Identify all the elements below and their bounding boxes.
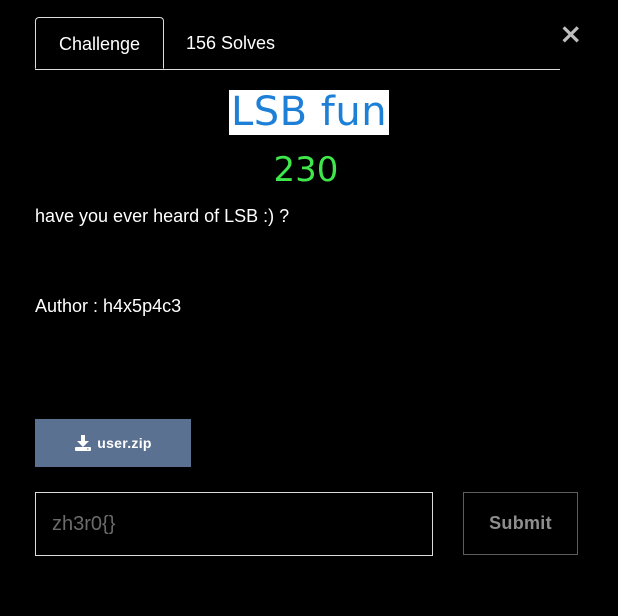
file-download-button[interactable]: user.zip [35,419,191,467]
challenge-tabs: Challenge 156 Solves [35,17,560,70]
challenge-title: LSB fun [228,89,390,135]
file-name: user.zip [97,435,152,451]
close-icon[interactable]: × [559,20,582,48]
flag-input[interactable] [35,492,433,556]
challenge-author: Author : h4x5p4c3 [35,296,182,316]
challenge-title-wrap: LSB fun [0,90,618,135]
tab-challenge[interactable]: Challenge [35,17,164,69]
challenge-points: 230 [273,150,339,190]
challenge-description: have you ever heard of LSB :) ? [35,206,290,226]
submit-button[interactable]: Submit [463,492,578,555]
tab-solves[interactable]: 156 Solves [186,17,275,68]
download-icon [75,435,92,451]
challenge-modal: Challenge 156 Solves × LSB fun 230 have … [0,0,618,616]
